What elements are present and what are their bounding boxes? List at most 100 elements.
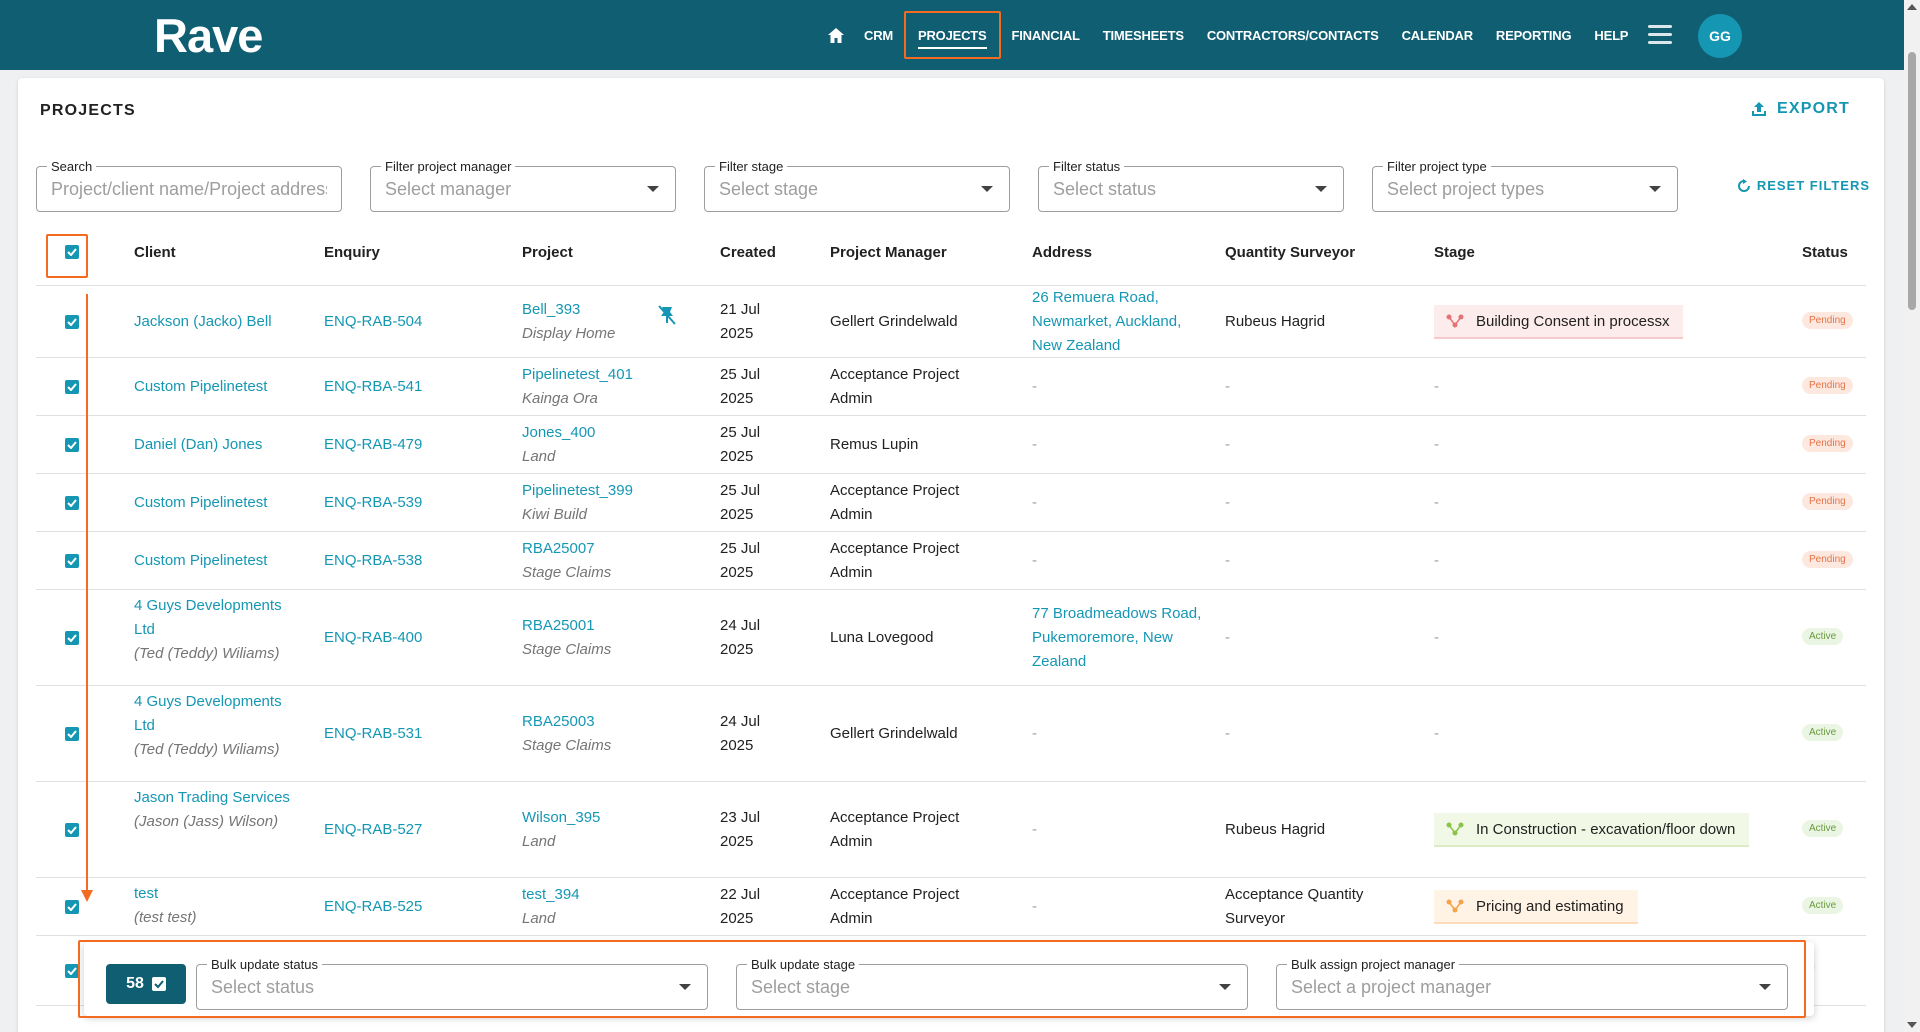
stage-flow-icon bbox=[1446, 822, 1464, 836]
table-row[interactable]: test (test test) ENQ-RAB-525 test_394 Land 22… bbox=[36, 878, 1866, 936]
filter-status-select[interactable]: Filter status Select status bbox=[1038, 159, 1344, 212]
home-icon[interactable] bbox=[828, 11, 844, 59]
enquiry-link[interactable]: ENQ-RAB-400 bbox=[324, 626, 484, 650]
project-cell: RBA25007 Stage Claims bbox=[522, 537, 692, 585]
nav-crm[interactable]: CRM bbox=[864, 11, 893, 59]
header-manager[interactable]: Project Manager bbox=[830, 244, 947, 261]
scroll-up-icon[interactable] bbox=[1907, 4, 1917, 10]
table-row[interactable]: 4 Guys Developments Ltd (Ted (Teddy) Wili… bbox=[36, 590, 1866, 686]
project-link[interactable]: Pipelinetest_401 bbox=[522, 363, 692, 387]
project-link[interactable]: RBA25003 bbox=[522, 710, 692, 734]
nav-reporting[interactable]: REPORTING bbox=[1496, 11, 1572, 59]
table-row[interactable]: Custom Pipelinetest ENQ-RBA-538 RBA25007 St… bbox=[36, 532, 1866, 590]
client-link[interactable]: 4 Guys Developments Ltd bbox=[134, 690, 304, 738]
project-cell: Pipelinetest_399 Kiwi Build bbox=[522, 479, 692, 527]
stage-label: In Construction - excavation/floor down bbox=[1476, 820, 1736, 838]
client-contact: (test test) bbox=[134, 909, 197, 926]
row-checkbox[interactable] bbox=[65, 554, 79, 568]
enquiry-link[interactable]: ENQ-RAB-479 bbox=[324, 433, 484, 457]
row-checkbox[interactable] bbox=[65, 900, 79, 914]
header-enquiry[interactable]: Enquiry bbox=[324, 244, 380, 261]
table-row[interactable]: Jason Trading Services (Jason (Jass) Wils… bbox=[36, 782, 1866, 878]
export-button[interactable]: EXPORT bbox=[1751, 100, 1850, 118]
filter-type-select[interactable]: Filter project type Select project types bbox=[1372, 159, 1678, 212]
nav-projects[interactable]: PROJECTS bbox=[904, 11, 1001, 59]
address-cell[interactable]: 77 Broadmeadows Road, Pukemoremore, New … bbox=[1032, 602, 1202, 674]
enquiry-link[interactable]: ENQ-RAB-531 bbox=[324, 722, 484, 746]
filter-manager-placeholder: Select manager bbox=[385, 179, 512, 199]
project-link[interactable]: test_394 bbox=[522, 883, 692, 907]
address-cell: - bbox=[1032, 552, 1037, 569]
created-date: 25 Jul 2025 bbox=[720, 482, 761, 523]
filter-manager-select[interactable]: Filter project manager Select manager bbox=[370, 159, 676, 212]
header-qs[interactable]: Quantity Surveyor bbox=[1225, 244, 1355, 261]
filter-stage-select[interactable]: Filter stage Select stage bbox=[704, 159, 1010, 212]
client-link[interactable]: Custom Pipelinetest bbox=[134, 375, 304, 399]
enquiry-link[interactable]: ENQ-RAB-527 bbox=[324, 818, 484, 842]
client-link[interactable]: Jackson (Jacko) Bell bbox=[134, 310, 304, 334]
nav-contractors[interactable]: CONTRACTORS/CONTACTS bbox=[1207, 11, 1379, 59]
header-client[interactable]: Client bbox=[134, 244, 176, 261]
enquiry-link[interactable]: ENQ-RBA-541 bbox=[324, 375, 484, 399]
quantity-surveyor: - bbox=[1225, 725, 1230, 742]
project-link[interactable]: Jones_400 bbox=[522, 421, 692, 445]
app-logo[interactable]: Rave bbox=[154, 8, 263, 63]
project-type: Stage Claims bbox=[522, 641, 612, 658]
project-link[interactable]: RBA25001 bbox=[522, 614, 692, 638]
nav-calendar[interactable]: CALENDAR bbox=[1402, 11, 1474, 59]
client-cell: test (test test) bbox=[134, 882, 304, 930]
row-checkbox[interactable] bbox=[65, 496, 79, 510]
user-avatar[interactable]: GG bbox=[1698, 14, 1742, 58]
table-row[interactable]: Daniel (Dan) Jones ENQ-RAB-479 Jones_400 La… bbox=[36, 416, 1866, 474]
row-checkbox[interactable] bbox=[65, 964, 79, 978]
nav-financial[interactable]: FINANCIAL bbox=[1012, 11, 1080, 59]
projects-card: PROJECTS EXPORT Search Project/client na… bbox=[18, 78, 1884, 1032]
client-link[interactable]: Custom Pipelinetest bbox=[134, 491, 304, 515]
table-row[interactable]: Custom Pipelinetest ENQ-RBA-539 Pipelinete… bbox=[36, 474, 1866, 532]
project-link[interactable]: Pipelinetest_399 bbox=[522, 479, 692, 503]
reset-filters-button[interactable]: RESET FILTERS bbox=[1737, 178, 1870, 193]
row-checkbox[interactable] bbox=[65, 438, 79, 452]
row-checkbox[interactable] bbox=[65, 727, 79, 741]
project-link[interactable]: Wilson_395 bbox=[522, 806, 692, 830]
page-scrollbar[interactable] bbox=[1904, 0, 1920, 1032]
row-checkbox[interactable] bbox=[65, 380, 79, 394]
filter-status-label: Filter status bbox=[1049, 159, 1125, 174]
enquiry-link[interactable]: ENQ-RAB-504 bbox=[324, 310, 484, 334]
status-badge: Pending bbox=[1802, 377, 1853, 394]
client-link[interactable]: Daniel (Dan) Jones bbox=[134, 433, 304, 457]
scrollbar-thumb[interactable] bbox=[1908, 52, 1916, 310]
header-address[interactable]: Address bbox=[1032, 244, 1092, 261]
enquiry-link[interactable]: ENQ-RAB-525 bbox=[324, 895, 484, 919]
table-row[interactable]: 4 Guys Developments Ltd (Ted (Teddy) Wili… bbox=[36, 686, 1866, 782]
header-project[interactable]: Project bbox=[522, 244, 573, 261]
header-stage[interactable]: Stage bbox=[1434, 244, 1475, 261]
enquiry-link[interactable]: ENQ-RBA-538 bbox=[324, 549, 484, 573]
project-link[interactable]: RBA25007 bbox=[522, 537, 692, 561]
client-link[interactable]: Custom Pipelinetest bbox=[134, 549, 304, 573]
header-created[interactable]: Created bbox=[720, 244, 776, 261]
nav-timesheets[interactable]: TIMESHEETS bbox=[1103, 11, 1184, 59]
client-link[interactable]: test bbox=[134, 882, 304, 906]
client-link[interactable]: 4 Guys Developments Ltd bbox=[134, 594, 304, 642]
client-link[interactable]: Jason Trading Services bbox=[134, 786, 304, 810]
row-checkbox[interactable] bbox=[65, 315, 79, 329]
enquiry-link[interactable]: ENQ-RBA-539 bbox=[324, 491, 484, 515]
row-checkbox[interactable] bbox=[65, 631, 79, 645]
menu-icon[interactable] bbox=[1648, 25, 1672, 45]
refresh-icon bbox=[1737, 178, 1750, 192]
header-status[interactable]: Status bbox=[1802, 244, 1848, 261]
table-row[interactable]: Custom Pipelinetest ENQ-RBA-541 Pipelinete… bbox=[36, 358, 1866, 416]
scroll-down-icon[interactable] bbox=[1907, 1022, 1917, 1028]
stage-empty: - bbox=[1434, 378, 1439, 395]
search-input[interactable]: Search Project/client name/Project addre… bbox=[36, 159, 342, 212]
project-cell: Jones_400 Land bbox=[522, 421, 692, 469]
client-contact: (Ted (Teddy) Wiliams) bbox=[134, 741, 280, 758]
nav-help[interactable]: HELP bbox=[1594, 11, 1628, 59]
address-cell[interactable]: 26 Remuera Road, Newmarket, Auckland, Ne… bbox=[1032, 286, 1202, 358]
table-row[interactable]: Jackson (Jacko) Bell ENQ-RAB-504 Bell_393 D… bbox=[36, 286, 1866, 358]
nav-projects-label: PROJECTS bbox=[918, 22, 987, 49]
row-checkbox[interactable] bbox=[65, 823, 79, 837]
pin-off-icon[interactable] bbox=[656, 304, 678, 326]
quantity-surveyor: - bbox=[1225, 378, 1230, 395]
